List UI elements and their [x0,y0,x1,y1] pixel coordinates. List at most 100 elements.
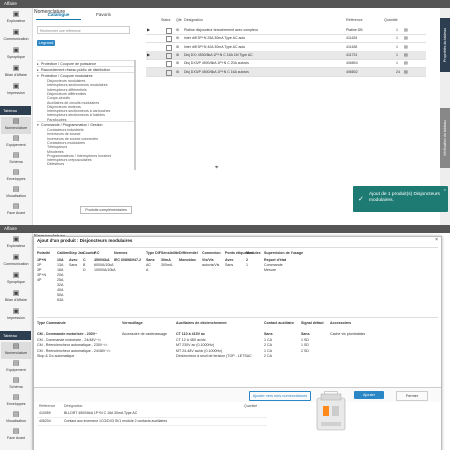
row-checkbox[interactable] [166,28,172,34]
fermer-button[interactable]: Fermer [396,391,428,401]
row-checkbox[interactable] [166,61,172,68]
sidebar-item-label: Equipement [6,143,26,147]
criteria-option[interactable]: 4P [37,278,41,283]
sidebar-category[interactable]: Tableau [0,106,31,115]
sidebar-item-visualisation[interactable]: ▤ Visualisation [1,410,31,427]
option-item[interactable]: 1 CA [264,338,272,343]
option-item[interactable]: CM - Réenclencheur automatique - 230V~/= [37,343,108,348]
document-icon[interactable]: ▤ [404,43,408,51]
criteria-option[interactable]: Mesure [264,268,276,273]
expand-row-icon[interactable]: ▶ [147,26,150,34]
sidebar-item-sch-ma[interactable]: ▤ Schéma [1,151,31,168]
option-item[interactable]: 2 CA [264,343,272,348]
criteria-option[interactable]: 300mA [161,263,172,268]
sidebar-item-visualisation[interactable]: ▤ Visualisation [1,185,31,202]
tab-catalogue[interactable]: Catalogue [36,11,81,20]
row-checkbox[interactable] [166,52,172,59]
sidebar-item-communication[interactable]: ▣ Communication [1,253,31,270]
option-item[interactable]: CM - Commande motorisée - 24/48V~/= [37,338,101,343]
criteria-option[interactable]: Monobloc [179,258,196,263]
sidebar-item-enveloppes[interactable]: ▤ Enveloppes [1,168,31,185]
tree-item[interactable]: Délesteurs [37,161,135,167]
sidebar-item-synoptique[interactable]: ▣ Synoptique [1,271,31,288]
toast-close-icon[interactable]: × [444,187,446,192]
row-reference: 411634 [346,36,358,41]
legrand-button[interactable]: Legrand [37,40,55,46]
option-item[interactable]: 1 SD [301,343,309,348]
sidebar-item-nomenclature[interactable]: ▤ Nomenclature [1,342,31,359]
tab-favoris[interactable]: Favoris [81,11,126,19]
criteria-option[interactable]: Sans [225,263,233,268]
sidebar-item-equipement[interactable]: ▤ Equipement [1,359,31,376]
criteria-option[interactable]: autovis/Vis [202,263,219,268]
sidebar-item-impression[interactable]: ▣ Impression [1,307,31,324]
sidebar-item-explorateur[interactable]: ▣ Explorateur [1,10,31,27]
option-item[interactable]: CM - Commande motorisée - 230V~ [37,332,97,337]
row-quantity: 1 [396,28,398,32]
criteria-option[interactable]: A [146,268,148,273]
sidebar-item-face-avant[interactable]: ▤ Face Avant [1,202,31,219]
sidebar-item-nomenclature[interactable]: ▤ Nomenclature [1,117,31,134]
criteria-option[interactable]: 1 [246,263,248,268]
list-item[interactable]: 406204 Contact aux inverseur 1CO/DX3 SI/1… [37,418,267,426]
sidebar-item-synoptique[interactable]: ▣ Synoptique [1,46,31,63]
option-item[interactable]: Sans [301,332,310,337]
produits-complementaires-button[interactable]: Produits complémentaires [80,206,132,214]
row-designation: Disj DX3/P 4500/6kA 1P+N C 16A autovis [184,69,249,74]
sidebar-item-enveloppes[interactable]: ▤ Enveloppes [1,393,31,410]
ajouter-button[interactable]: Ajouter [354,391,384,399]
option-item[interactable]: 2 CA [264,354,272,359]
option-item[interactable]: Déclencheur à seuil de tension (TOP - LE… [176,354,252,359]
option-item[interactable]: MT 230V ac (0.1000Hz) [176,343,214,348]
option-item[interactable]: Stop & Go automatique [37,354,74,359]
option-item[interactable]: 2 SD [301,349,309,354]
row-quantity: 24 [396,69,400,74]
sidebar-item-communication[interactable]: ▣ Communication [1,28,31,45]
row-checkbox[interactable] [166,44,172,51]
criteria-option[interactable]: IEC 60898/947-2 [114,258,141,263]
document-icon[interactable]: ▤ [404,59,408,67]
criteria-header: Calibre [57,251,70,255]
criteria-option[interactable]: 10000A/10kA [94,268,116,273]
criteria-option[interactable]: Sans [69,263,77,268]
document-icon[interactable]: ▤ [404,26,408,34]
option-item[interactable]: MT 24-48V ac/dc (0.1000Hz) [176,349,222,354]
product-icon: ⚙ [176,69,180,74]
list-item[interactable]: 410059 BLLDRT 4500/6kA 1P+N C 16A 30mA Ty… [37,410,267,418]
document-icon[interactable]: ▤ [404,51,408,59]
criteria-option[interactable]: 63A [57,298,63,303]
option-item[interactable]: CT 110 à 415V ac [176,332,205,337]
sidebar-item-bilan-d-affaire[interactable]: ▣ Bilan d'Affaire [1,289,31,306]
tab-proprietes[interactable]: Propriétés du tableau [440,18,450,72]
list-cell-ref: 406204 [39,419,51,423]
table-row[interactable]: ⚙ Disj DX3/P 4500/6kA 1P+N C 16A autovis 4… [146,67,426,77]
row-checkbox[interactable] [166,69,172,76]
option-item[interactable]: 1 SD [301,338,309,343]
sidebar-item-bilan-d-affaire[interactable]: ▣ Bilan d'Affaire [1,64,31,81]
sidebar-item-face-avant[interactable]: ▤ Face Avant [1,427,31,444]
document-icon[interactable]: ▤ [404,68,408,76]
sidebar-item-sch-ma[interactable]: ▤ Schéma [1,376,31,393]
option-item[interactable]: Cache vis plombables [330,332,365,337]
option-item[interactable]: CT 12 à 48V ac/dc [176,338,206,343]
criteria-header: Différentiel [179,251,198,255]
criteria-option[interactable]: D [83,268,86,273]
close-icon[interactable]: × [435,237,438,243]
option-item[interactable]: Accessoire de cadenassage [122,332,167,337]
sidebar-item-explorateur[interactable]: ▣ Explorateur [1,235,31,252]
add-to-nomenclatures-button[interactable]: Ajouter vers mes nomenclatures [249,391,311,401]
nomenclature-screen: Affaire ▣ Explorateur ▣ Communication ▣ Synop… [0,0,450,225]
tab-verification[interactable]: Vérification du tableau [440,108,450,168]
option-item[interactable]: CM - Réenclencheur automatique - 24/48V~… [37,349,111,354]
row-quantity: 1 [396,36,398,41]
sidebar-item-equipement[interactable]: ▤ Equipement [1,134,31,151]
sidebar-item-impression[interactable]: ▣ Impression [1,82,31,99]
option-item[interactable]: Sans [264,332,273,337]
search-input[interactable]: Rechercher une référence [37,26,130,34]
document-icon[interactable]: ▤ [404,34,408,42]
tree-scrollbar[interactable] [134,60,136,170]
expand-row-icon[interactable]: ▶ [147,51,150,59]
option-item[interactable]: 1 CA [264,349,272,354]
row-checkbox[interactable] [166,36,172,43]
sidebar-category[interactable]: Tableau [0,331,31,340]
